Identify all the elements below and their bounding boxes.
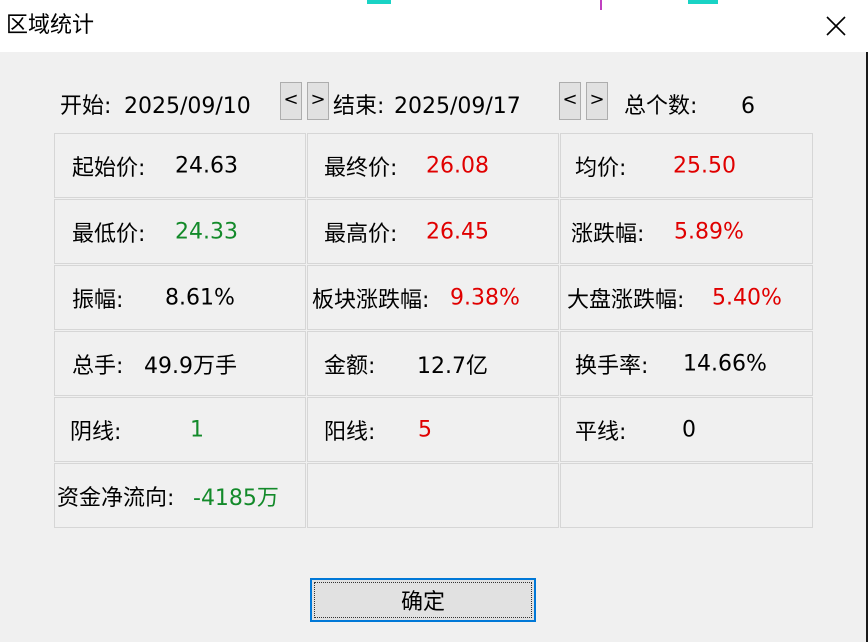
background-window-accent	[688, 0, 718, 4]
stat-label: 金额:	[324, 353, 376, 379]
stat-cell-sector-change: 板块涨跌幅: 9.38%	[307, 265, 559, 330]
stat-cell-flat-candles: 平线: 0	[560, 397, 813, 462]
stat-cell-market-change: 大盘涨跌幅: 5.40%	[560, 265, 813, 330]
stat-cell-down-candles: 阴线: 1	[54, 397, 306, 462]
stat-label: 板块涨跌幅:	[312, 287, 430, 313]
stat-label: 均价:	[575, 155, 627, 181]
stat-cell-high-price: 最高价: 26.45	[307, 199, 559, 264]
total-count-value: 6	[741, 94, 755, 119]
close-icon	[826, 16, 846, 36]
stat-value: 5.40%	[712, 285, 782, 310]
focus-rectangle	[314, 582, 532, 618]
title-bar: 区域统计	[0, 0, 868, 52]
stat-cell-turnover: 换手率: 14.66%	[560, 331, 813, 396]
window-title: 区域统计	[6, 13, 95, 38]
stat-value: 24.63	[175, 153, 238, 178]
end-next-button[interactable]: >	[586, 82, 608, 120]
stat-cell-low-price: 最低价: 24.33	[54, 199, 306, 264]
stat-label: 最终价:	[324, 155, 398, 181]
stat-value: 0	[682, 417, 696, 442]
start-prev-button[interactable]: <	[280, 82, 302, 120]
stats-grid: 起始价: 24.63 最终价: 26.08 均价: 25.50 最低价: 24.…	[54, 133, 813, 528]
end-prev-button[interactable]: <	[559, 82, 581, 120]
close-button[interactable]	[818, 8, 854, 44]
stat-cell-amplitude: 振幅: 8.61%	[54, 265, 306, 330]
start-label: 开始:	[60, 94, 112, 119]
empty-cell	[307, 463, 559, 528]
stat-value: 14.66%	[683, 351, 767, 376]
stat-value: 24.33	[175, 219, 238, 244]
stat-cell-final-price: 最终价: 26.08	[307, 133, 559, 198]
stat-label: 起始价:	[72, 155, 146, 181]
end-label: 结束:	[333, 94, 385, 119]
stat-value: 5.89%	[674, 219, 744, 244]
empty-cell	[560, 463, 813, 528]
stat-cell-amount: 金额: 12.7亿	[307, 331, 559, 396]
start-date: 2025/09/10	[124, 94, 251, 119]
stat-value: 26.08	[426, 153, 489, 178]
background-window-accent	[600, 0, 602, 10]
stat-label: 涨跌幅:	[571, 221, 645, 247]
stat-label: 平线:	[575, 419, 627, 445]
total-count-label: 总个数:	[624, 94, 698, 119]
stat-value: 1	[190, 417, 204, 442]
confirm-button[interactable]: 确定	[310, 578, 536, 622]
stat-cell-change-pct: 涨跌幅: 5.89%	[560, 199, 813, 264]
stat-value: -4185万	[193, 485, 279, 511]
end-date: 2025/09/17	[394, 94, 521, 119]
stat-label: 振幅:	[72, 287, 124, 313]
stat-value: 5	[418, 417, 432, 442]
stat-label: 换手率:	[575, 353, 649, 379]
stat-value: 25.50	[673, 153, 736, 178]
stat-label: 阴线:	[70, 419, 122, 445]
stat-value: 12.7亿	[417, 353, 488, 379]
stat-label: 最低价:	[72, 221, 146, 247]
background-window-accent	[367, 0, 391, 4]
stat-cell-average-price: 均价: 25.50	[560, 133, 813, 198]
stat-value: 26.45	[426, 219, 489, 244]
stat-value: 49.9万手	[144, 353, 237, 379]
stat-label: 大盘涨跌幅:	[567, 287, 685, 313]
stat-cell-net-capital-flow: 资金净流向: -4185万	[54, 463, 306, 528]
stat-value: 9.38%	[450, 285, 520, 310]
stat-cell-up-candles: 阳线: 5	[307, 397, 559, 462]
stat-label: 资金净流向:	[57, 485, 175, 511]
stat-cell-volume: 总手: 49.9万手	[54, 331, 306, 396]
start-next-button[interactable]: >	[307, 82, 329, 120]
stat-value: 8.61%	[165, 285, 235, 310]
stat-label: 最高价:	[324, 221, 398, 247]
stat-cell-start-price: 起始价: 24.63	[54, 133, 306, 198]
stat-label: 阳线:	[324, 419, 376, 445]
stat-label: 总手:	[72, 353, 124, 379]
